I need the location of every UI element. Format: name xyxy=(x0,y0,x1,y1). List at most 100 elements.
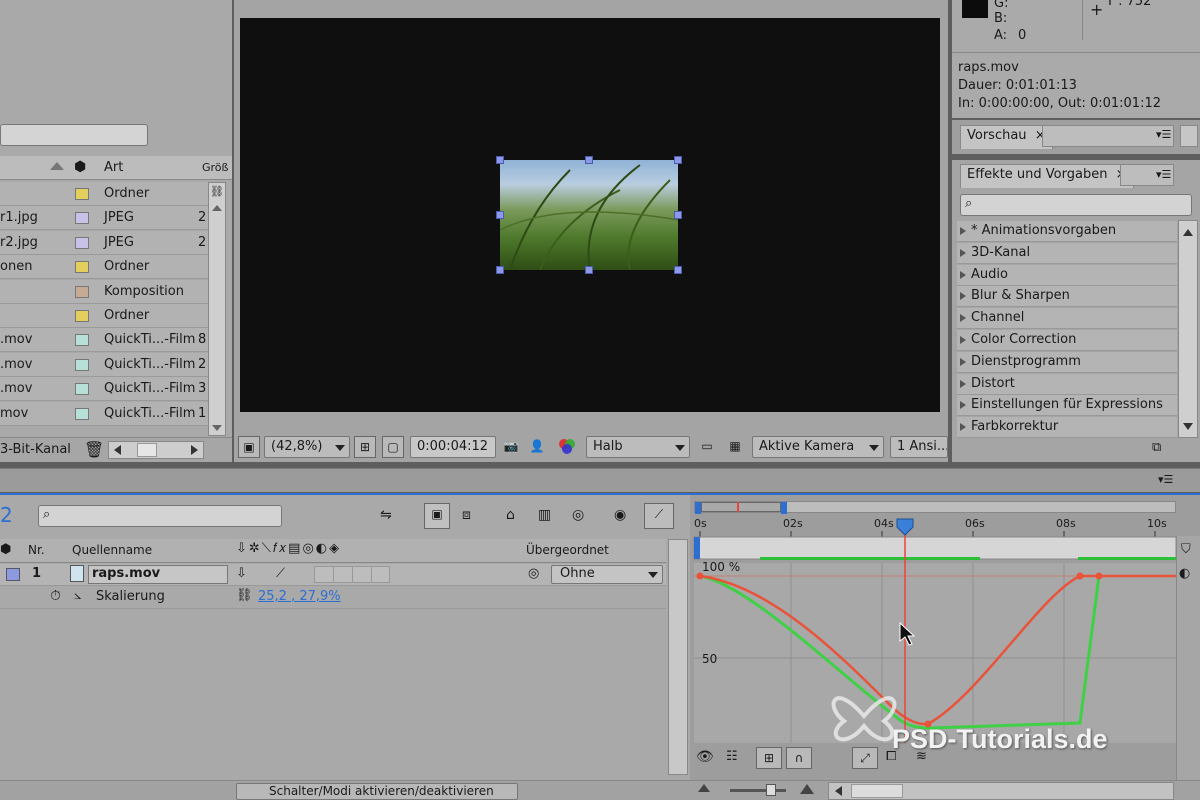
camera-snapshot-icon[interactable]: 📷 xyxy=(500,436,522,458)
scroll-thumb[interactable] xyxy=(137,443,157,457)
pickwhip-icon[interactable]: ◎ xyxy=(528,566,539,581)
project-search-input[interactable] xyxy=(0,124,148,146)
column-nr[interactable]: Nr. xyxy=(28,543,45,557)
footage-layer-image[interactable] xyxy=(500,160,678,270)
layer-vscroll[interactable] xyxy=(668,539,688,775)
graph-hscroll[interactable] xyxy=(828,782,1174,800)
effect-category[interactable]: Farbkorrektur xyxy=(957,417,1177,439)
scroll-up-arrow-icon[interactable] xyxy=(212,205,222,211)
safe-margins-icon[interactable]: ⊞ xyxy=(354,436,376,458)
project-item[interactable]: .mov QuickTi...-Film 8 xyxy=(0,328,208,353)
project-item[interactable]: onen Ordner xyxy=(0,255,208,280)
transform-handle[interactable] xyxy=(674,266,682,274)
zoom-dropdown[interactable]: (42,8%) xyxy=(264,436,350,458)
toggle-switches-modes-button[interactable]: Schalter/Modi aktivieren/deaktivieren xyxy=(236,783,518,800)
composition-canvas[interactable] xyxy=(240,18,940,412)
resolution-dropdown[interactable]: Halb xyxy=(586,436,690,458)
eye-icon[interactable]: 👁 xyxy=(696,749,714,765)
expand-triangle-icon[interactable] xyxy=(960,401,966,410)
project-item[interactable]: Komposition xyxy=(0,279,208,304)
label-color-swatch[interactable] xyxy=(75,383,89,396)
scroll-left-arrow-icon[interactable] xyxy=(835,786,842,796)
region-of-interest-icon[interactable]: ▢ xyxy=(382,436,404,458)
label-color-swatch[interactable] xyxy=(75,358,89,371)
shy-switch-icon[interactable]: ⇩ xyxy=(236,566,247,581)
expand-triangle-icon[interactable] xyxy=(960,227,966,235)
panel-menu-icon[interactable]: ▾☰ xyxy=(1156,168,1171,181)
column-art[interactable]: Art xyxy=(104,160,123,175)
panel-menu-icon[interactable]: ▾☰ xyxy=(1158,473,1173,486)
project-item[interactable]: mov QuickTi...-Film 1 xyxy=(0,401,208,426)
effect-category[interactable]: Color Correction xyxy=(957,330,1177,351)
effect-category[interactable]: Blur & Sharpen xyxy=(957,286,1177,308)
graph-type-icon[interactable]: ☷ xyxy=(726,749,738,764)
always-preview-icon[interactable]: ▣ xyxy=(238,436,260,458)
transform-handle[interactable] xyxy=(496,211,504,219)
zoom-in-icon[interactable] xyxy=(800,784,814,794)
expand-triangle-icon[interactable] xyxy=(960,314,966,323)
expand-triangle-icon[interactable] xyxy=(960,379,966,388)
transparency-grid-icon[interactable]: ▦ xyxy=(724,436,746,458)
parent-dropdown[interactable]: Ohne xyxy=(551,565,663,584)
shy-layers-icon[interactable]: ⧈ xyxy=(462,507,471,523)
property-value[interactable]: 25,2 , 27,9% xyxy=(258,589,341,604)
label-color-swatch[interactable] xyxy=(75,188,89,200)
scroll-down-arrow-icon[interactable] xyxy=(212,425,222,431)
project-item[interactable]: r2.jpg JPEG 2 xyxy=(0,230,208,255)
project-item[interactable]: .mov QuickTi...-Film 3 xyxy=(0,377,208,402)
label-color-swatch[interactable] xyxy=(75,407,89,420)
scroll-right-arrow-icon[interactable] xyxy=(191,445,198,455)
expand-triangle-icon[interactable] xyxy=(960,270,966,279)
auto-keyframe-icon[interactable]: ◉ xyxy=(614,507,626,523)
show-snapshot-icon[interactable]: 👤 xyxy=(526,436,548,458)
effect-category[interactable]: Einstellungen für Expressions xyxy=(957,395,1177,417)
project-item[interactable]: Ordner xyxy=(0,304,208,328)
zoom-slider-thumb[interactable] xyxy=(766,784,776,796)
frame-blending-icon[interactable]: ⌂ xyxy=(506,507,515,523)
effect-category[interactable]: Dienstprogramm xyxy=(957,351,1177,373)
scroll-thumb[interactable] xyxy=(851,784,903,798)
effects-vscroll[interactable] xyxy=(1178,220,1198,438)
layer-row[interactable]: 1 raps.mov ⇩ ⟋ ◎ Ohne xyxy=(0,564,666,586)
expand-triangle-icon[interactable] xyxy=(960,336,966,344)
snap-icon[interactable]: ∩ xyxy=(786,747,812,769)
comp-time-display[interactable]: 2 xyxy=(0,503,13,527)
transform-handle[interactable] xyxy=(496,266,504,274)
sort-arrow-icon[interactable] xyxy=(50,162,64,170)
transform-handle[interactable] xyxy=(585,156,593,164)
column-parent[interactable]: Übergeordnet xyxy=(526,543,609,557)
timecode-field[interactable]: 0:00:04:12 xyxy=(410,436,496,458)
transform-handle[interactable] xyxy=(674,211,682,219)
switch-boxes[interactable] xyxy=(314,566,390,583)
shield-icon[interactable]: ⛉ xyxy=(1181,542,1191,557)
label-tag-icon[interactable]: ⬢ xyxy=(74,159,86,175)
timeline-search-input[interactable]: ⌕ xyxy=(38,505,282,527)
label-color-swatch[interactable] xyxy=(6,568,20,581)
project-item[interactable]: Ordner xyxy=(0,182,208,206)
expand-triangle-icon[interactable] xyxy=(960,292,966,301)
effects-search-input[interactable]: ⌕ xyxy=(960,194,1192,216)
scroll-down-arrow-icon[interactable] xyxy=(1183,423,1193,430)
layer-name-field[interactable]: raps.mov xyxy=(88,565,228,584)
label-color-swatch[interactable] xyxy=(75,261,89,274)
camera-dropdown[interactable]: Aktive Kamera xyxy=(752,436,884,458)
zoom-out-icon[interactable] xyxy=(698,784,710,792)
project-item[interactable]: .mov QuickTi...-Film 2 xyxy=(0,352,208,377)
panel-close-box[interactable] xyxy=(1180,125,1198,147)
column-source-name[interactable]: Quellenname xyxy=(72,543,152,557)
zoom-slider[interactable] xyxy=(730,784,786,796)
effect-category[interactable]: * Animationsvorgaben xyxy=(957,221,1177,242)
label-color-swatch[interactable] xyxy=(75,212,89,225)
graph-editor-icon[interactable]: ⟋ xyxy=(644,503,674,529)
scroll-up-arrow-icon[interactable] xyxy=(1183,229,1193,236)
transform-handle[interactable] xyxy=(496,156,504,164)
effect-category[interactable]: 3D-Kanal xyxy=(957,242,1177,264)
expand-triangle-icon[interactable] xyxy=(960,248,966,257)
label-color-swatch[interactable] xyxy=(75,310,89,322)
stopwatch-icon[interactable]: ⏱ xyxy=(50,588,61,604)
rgb-channels-icon[interactable] xyxy=(556,436,578,458)
property-row[interactable]: ⏱ ⦣ Skalierung ⛓ 25,2 , 27,9% xyxy=(0,587,666,609)
trash-icon[interactable]: 🗑 xyxy=(84,440,104,459)
brainstorm-icon[interactable]: ◎ xyxy=(572,507,584,523)
draft-3d-icon[interactable]: ▣ xyxy=(424,503,450,529)
